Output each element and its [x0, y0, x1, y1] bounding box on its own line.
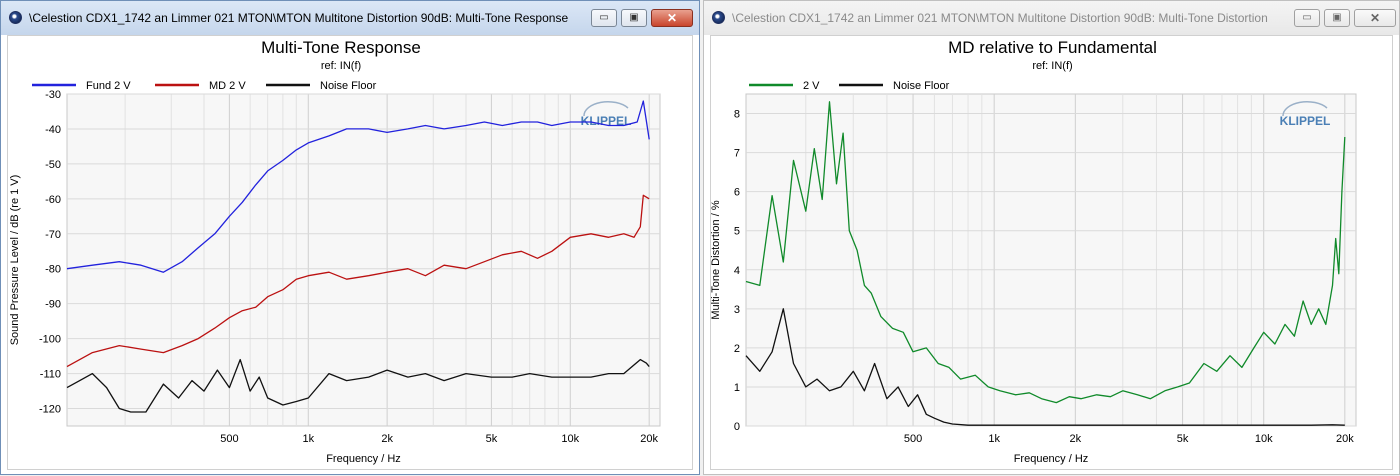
- x-tick-label: 5k: [1177, 433, 1189, 445]
- y-tick-label: 2: [734, 343, 740, 355]
- x-tick-label: 20k: [640, 433, 658, 445]
- y-tick-label: -40: [45, 124, 61, 136]
- y-tick-label: -30: [45, 89, 61, 101]
- klippel-app-icon[interactable]: [9, 11, 22, 24]
- legend-label: 2 V: [803, 80, 820, 92]
- multi-tone-response-chart: Multi-Tone Response ref: IN(f) Fund 2 V MD …: [9, 38, 661, 465]
- plot-area: [745, 93, 1357, 427]
- x-tick-label: 1k: [988, 433, 1000, 445]
- restore-button[interactable]: ▣: [621, 9, 647, 27]
- x-axis-label: Frequency / Hz: [1014, 453, 1089, 465]
- x-tick-label: 10k: [1255, 433, 1273, 445]
- y-tick-label: -60: [45, 194, 61, 206]
- legend-label: Noise Floor: [320, 80, 377, 92]
- chart-subtitle: ref: IN(f): [1032, 60, 1072, 72]
- chart-area: MD relative to Fundamental ref: IN(f) 2 V N…: [710, 35, 1393, 470]
- response-window[interactable]: \Celestion CDX1_1742 an Limmer 021 MTON\…: [0, 0, 700, 475]
- legend-label: Noise Floor: [893, 80, 950, 92]
- x-tick-label: 10k: [561, 433, 579, 445]
- minimize-button[interactable]: ▭: [591, 9, 617, 27]
- close-button[interactable]: ✕: [1354, 9, 1396, 27]
- klippel-app-icon[interactable]: [712, 11, 725, 24]
- minimize-button[interactable]: ▭: [1294, 9, 1320, 27]
- y-tick-label: -70: [45, 229, 61, 241]
- y-tick-label: 0: [734, 421, 740, 433]
- y-tick-label: -50: [45, 159, 61, 171]
- title-bar[interactable]: \Celestion CDX1_1742 an Limmer 021 MTON\…: [704, 1, 1399, 35]
- window-title: \Celestion CDX1_1742 an Limmer 021 MTON\…: [732, 11, 1268, 25]
- x-axis-label: Frequency / Hz: [326, 453, 401, 465]
- chart-subtitle: ref: IN(f): [321, 60, 361, 72]
- y-tick-label: 3: [734, 304, 740, 316]
- legend-label: MD 2 V: [209, 80, 246, 92]
- plot-area: [66, 93, 661, 427]
- y-tick-label: 1: [734, 382, 740, 394]
- legend-label: Fund 2 V: [86, 80, 131, 92]
- restore-button[interactable]: ▣: [1324, 9, 1350, 27]
- y-tick-label: -80: [45, 264, 61, 276]
- x-tick-label: 500: [904, 433, 922, 445]
- close-button[interactable]: ✕: [651, 9, 693, 27]
- md-relative-chart: MD relative to Fundamental ref: IN(f) 2 V N…: [710, 38, 1357, 465]
- y-tick-label: -120: [39, 404, 61, 416]
- logo-text: KLIPPEL: [1280, 114, 1331, 128]
- x-tick-label: 2k: [1070, 433, 1082, 445]
- y-axis-label: Sound Pressure Level / dB (re 1 V): [9, 175, 21, 346]
- y-tick-label: -100: [39, 334, 61, 346]
- chart-title: MD relative to Fundamental: [948, 38, 1157, 57]
- window-title: \Celestion CDX1_1742 an Limmer 021 MTON\…: [29, 11, 569, 25]
- x-tick-label: 500: [220, 433, 238, 445]
- x-tick-label: 20k: [1336, 433, 1354, 445]
- y-tick-label: 6: [734, 187, 740, 199]
- chart-area: Multi-Tone Response ref: IN(f) Fund 2 V MD …: [7, 35, 693, 470]
- chart-title: Multi-Tone Response: [261, 38, 421, 57]
- y-tick-label: 7: [734, 148, 740, 160]
- distortion-window[interactable]: \Celestion CDX1_1742 an Limmer 021 MTON\…: [703, 0, 1400, 475]
- y-tick-label: -90: [45, 299, 61, 311]
- x-tick-label: 2k: [381, 433, 393, 445]
- y-tick-label: -110: [40, 369, 61, 381]
- x-tick-label: 5k: [486, 433, 498, 445]
- x-tick-label: 1k: [302, 433, 314, 445]
- y-tick-label: 5: [734, 226, 740, 238]
- y-tick-label: 8: [734, 109, 740, 121]
- y-axis-label: Multi-Tone Distortion / %: [711, 200, 722, 319]
- title-bar[interactable]: \Celestion CDX1_1742 an Limmer 021 MTON\…: [1, 1, 699, 35]
- y-tick-label: 4: [734, 265, 740, 277]
